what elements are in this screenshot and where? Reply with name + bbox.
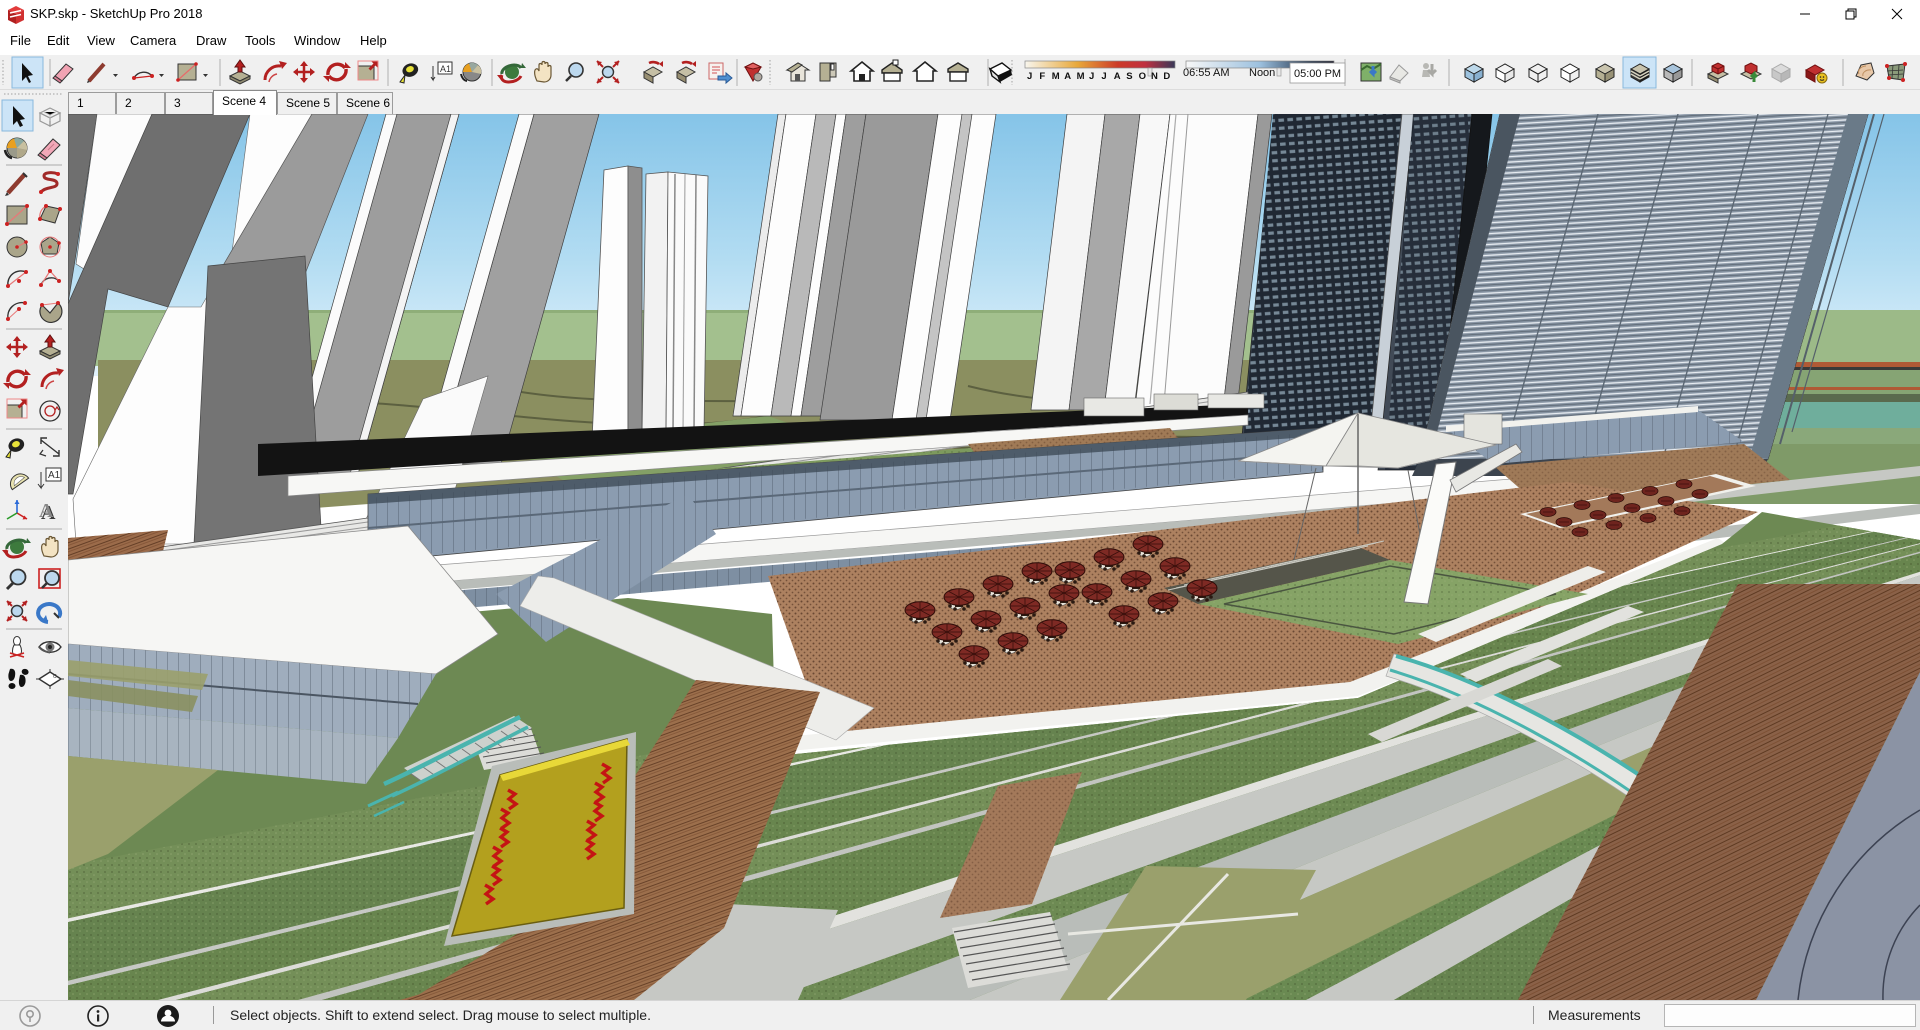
svg-text:F: F	[1039, 71, 1045, 82]
svg-text:J: J	[1101, 71, 1106, 82]
svg-text:A1: A1	[48, 470, 61, 481]
svg-text:05:00 PM: 05:00 PM	[1294, 68, 1341, 80]
svg-text:Noon: Noon	[1249, 67, 1275, 79]
svg-text:M: M	[1077, 71, 1085, 82]
svg-text:J: J	[1089, 71, 1094, 82]
svg-text:N: N	[1151, 71, 1158, 82]
svg-text:A: A	[1064, 71, 1071, 82]
svg-text:06:55 AM: 06:55 AM	[1183, 67, 1229, 79]
svg-text:D: D	[1163, 71, 1170, 82]
svg-text:M: M	[1052, 71, 1060, 82]
svg-text:S: S	[1126, 71, 1132, 82]
svg-text:A: A	[39, 500, 54, 522]
svg-text:O: O	[1139, 71, 1146, 82]
svg-text:A: A	[1114, 71, 1121, 82]
svg-text:J: J	[1027, 71, 1032, 82]
svg-text:A1: A1	[440, 64, 451, 74]
svg-text:C: C	[53, 674, 57, 680]
